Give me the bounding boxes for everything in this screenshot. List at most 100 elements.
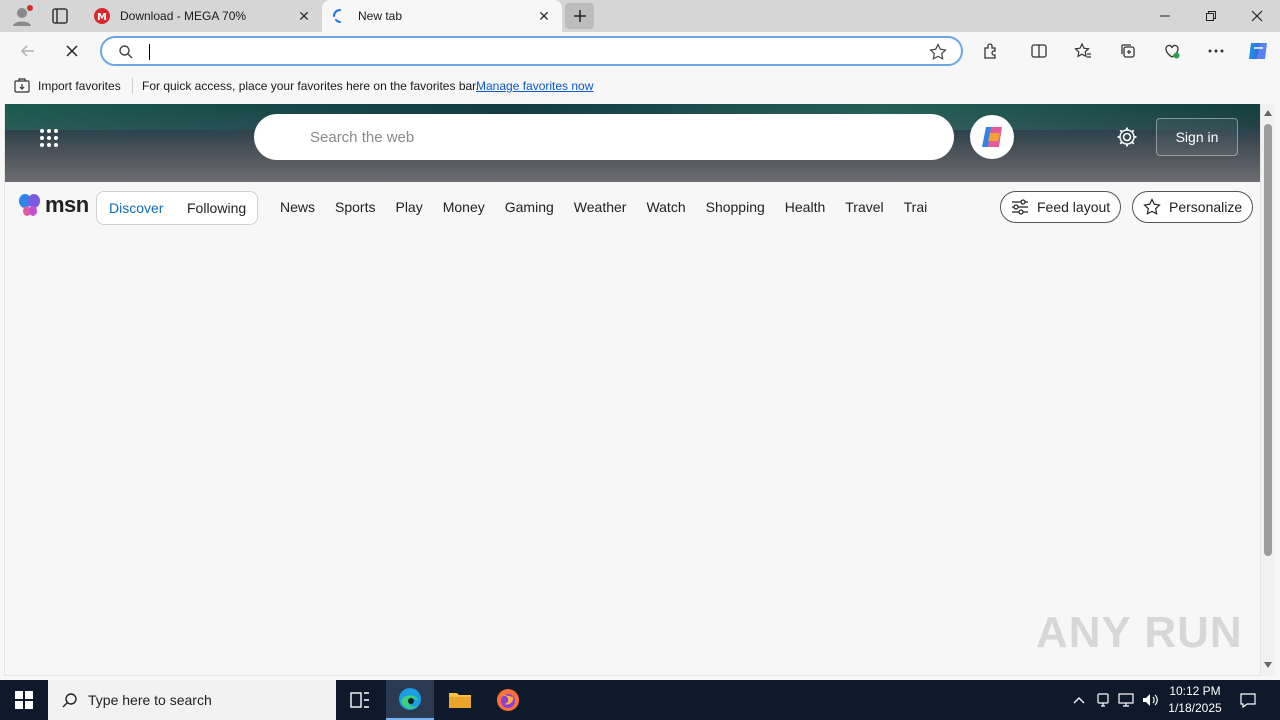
copilot-button[interactable] — [1244, 38, 1272, 64]
web-search-box[interactable] — [254, 114, 954, 160]
volume-icon[interactable] — [1140, 680, 1160, 720]
manage-favorites-link[interactable]: Manage favorites now — [476, 79, 593, 93]
extensions-button[interactable] — [977, 38, 1005, 64]
tab-actions-icon[interactable] — [50, 6, 70, 26]
settings-more-button[interactable] — [1202, 38, 1230, 64]
tab-title: Download - MEGA 70% — [120, 9, 247, 23]
nav-gaming[interactable]: Gaming — [505, 199, 554, 215]
import-icon — [14, 78, 30, 93]
nav-weather[interactable]: Weather — [574, 199, 627, 215]
nav-shopping[interactable]: Shopping — [706, 199, 765, 215]
profile-avatar-icon[interactable] — [10, 4, 34, 28]
nav-watch[interactable]: Watch — [646, 199, 685, 215]
anyrun-watermark: ANY RUN — [1036, 608, 1243, 657]
chevron-up-icon — [1073, 697, 1085, 704]
personalize-star-icon — [1143, 198, 1161, 215]
personalize-button[interactable]: Personalize — [1132, 191, 1254, 223]
tab-mega[interactable]: M Download - MEGA 70% ✕ — [84, 0, 322, 32]
loading-spinner-icon — [332, 8, 348, 24]
page-scrollbar[interactable] — [1261, 104, 1275, 676]
task-view-button[interactable] — [336, 680, 384, 720]
collections-button[interactable] — [1114, 38, 1142, 64]
sign-in-button[interactable]: Sign in — [1156, 118, 1238, 156]
scroll-up-arrow-icon[interactable] — [1264, 110, 1272, 116]
task-view-icon — [350, 692, 369, 708]
category-nav: News Sports Play Money Gaming Weather Watch Sho… — [280, 199, 952, 221]
favorites-button[interactable] — [1069, 38, 1097, 64]
back-button[interactable] — [14, 38, 42, 64]
import-favorites-label: Import favorites — [38, 79, 121, 93]
nav-health[interactable]: Health — [785, 199, 825, 215]
windows-taskbar: Type here to search 10:12 PM 1/18/2025 — [0, 680, 1280, 720]
sliders-icon — [1012, 199, 1028, 215]
address-input[interactable] — [152, 42, 912, 62]
notifications-button[interactable] — [1236, 680, 1260, 720]
personalize-label: Personalize — [1169, 199, 1243, 215]
tab-new-tab[interactable]: New tab ✕ — [322, 0, 562, 32]
close-window-button[interactable] — [1234, 0, 1280, 32]
msn-butterfly-icon — [19, 194, 40, 216]
new-tab-page: Sign in msn Discover Following News Sport… — [4, 104, 1261, 676]
favorites-icon — [1074, 42, 1091, 58]
tray-device-icon[interactable] — [1094, 680, 1112, 720]
copilot-icon — [1249, 43, 1267, 59]
windows-logo-icon — [15, 691, 33, 709]
nav-travel[interactable]: Travel — [845, 199, 883, 215]
msn-logo[interactable]: msn — [17, 192, 89, 218]
nav-sports[interactable]: Sports — [335, 199, 375, 215]
nav-news[interactable]: News — [280, 199, 315, 215]
tab-discover[interactable]: Discover — [109, 200, 163, 216]
taskbar-edge[interactable] — [386, 680, 434, 720]
new-tab-button[interactable] — [565, 3, 594, 29]
stop-loading-button[interactable] — [58, 38, 86, 64]
address-bar[interactable] — [100, 36, 963, 66]
close-tab-icon[interactable]: ✕ — [296, 8, 312, 24]
stop-icon — [66, 45, 78, 57]
show-hidden-icons-button[interactable] — [1068, 680, 1090, 720]
scroll-down-arrow-icon[interactable] — [1264, 662, 1272, 668]
taskbar-file-explorer[interactable] — [436, 680, 484, 720]
app-launcher-icon[interactable] — [39, 128, 59, 148]
nav-play[interactable]: Play — [395, 199, 422, 215]
heart-pulse-icon — [1165, 44, 1180, 59]
nav-traffic[interactable]: Trai — [904, 199, 928, 215]
start-button[interactable] — [0, 680, 48, 720]
feed-layout-button[interactable]: Feed layout — [1000, 191, 1122, 223]
restore-button[interactable] — [1188, 0, 1234, 32]
favorite-star-icon[interactable] — [929, 43, 947, 61]
minimize-icon — [1160, 15, 1170, 17]
folder-icon — [449, 693, 471, 708]
nav-money[interactable]: Money — [443, 199, 485, 215]
notification-icon — [1240, 693, 1256, 708]
more-dots-icon — [1208, 49, 1224, 53]
clock-date: 1/18/2025 — [1168, 701, 1222, 715]
feed-tab-switch: Discover Following — [96, 191, 258, 225]
firefox-icon — [497, 689, 519, 711]
browser-essentials-button[interactable] — [1158, 38, 1186, 64]
svg-text:M: M — [97, 12, 107, 23]
minimize-button[interactable] — [1142, 0, 1188, 32]
edge-icon — [399, 688, 421, 710]
close-tab-icon[interactable]: ✕ — [536, 8, 552, 24]
title-bar: M Download - MEGA 70% ✕ New tab ✕ — [0, 0, 1280, 32]
page-settings-icon[interactable] — [1116, 126, 1138, 148]
search-icon — [62, 693, 77, 708]
scrollbar-thumb[interactable] — [1264, 124, 1272, 556]
msn-nav-row: msn Discover Following News Sports Play Mon… — [5, 182, 1260, 232]
tab-following[interactable]: Following — [187, 200, 246, 216]
favorites-bar: Import favorites For quick access, place… — [0, 70, 1280, 102]
clock-time: 10:12 PM — [1169, 684, 1221, 698]
split-screen-button[interactable] — [1025, 38, 1053, 64]
taskbar-firefox[interactable] — [484, 680, 532, 720]
system-clock[interactable]: 10:12 PM 1/18/2025 — [1160, 683, 1230, 717]
copilot-launch-button[interactable] — [970, 115, 1014, 159]
network-icon[interactable] — [1116, 680, 1136, 720]
puzzle-icon — [984, 43, 996, 59]
collections-icon — [1121, 44, 1135, 58]
close-icon — [1251, 10, 1263, 22]
divider — [132, 78, 133, 94]
restore-icon — [1206, 11, 1216, 21]
taskbar-search-box[interactable]: Type here to search — [48, 680, 336, 720]
web-search-input[interactable] — [310, 126, 910, 148]
import-favorites-button[interactable]: Import favorites — [14, 78, 121, 94]
